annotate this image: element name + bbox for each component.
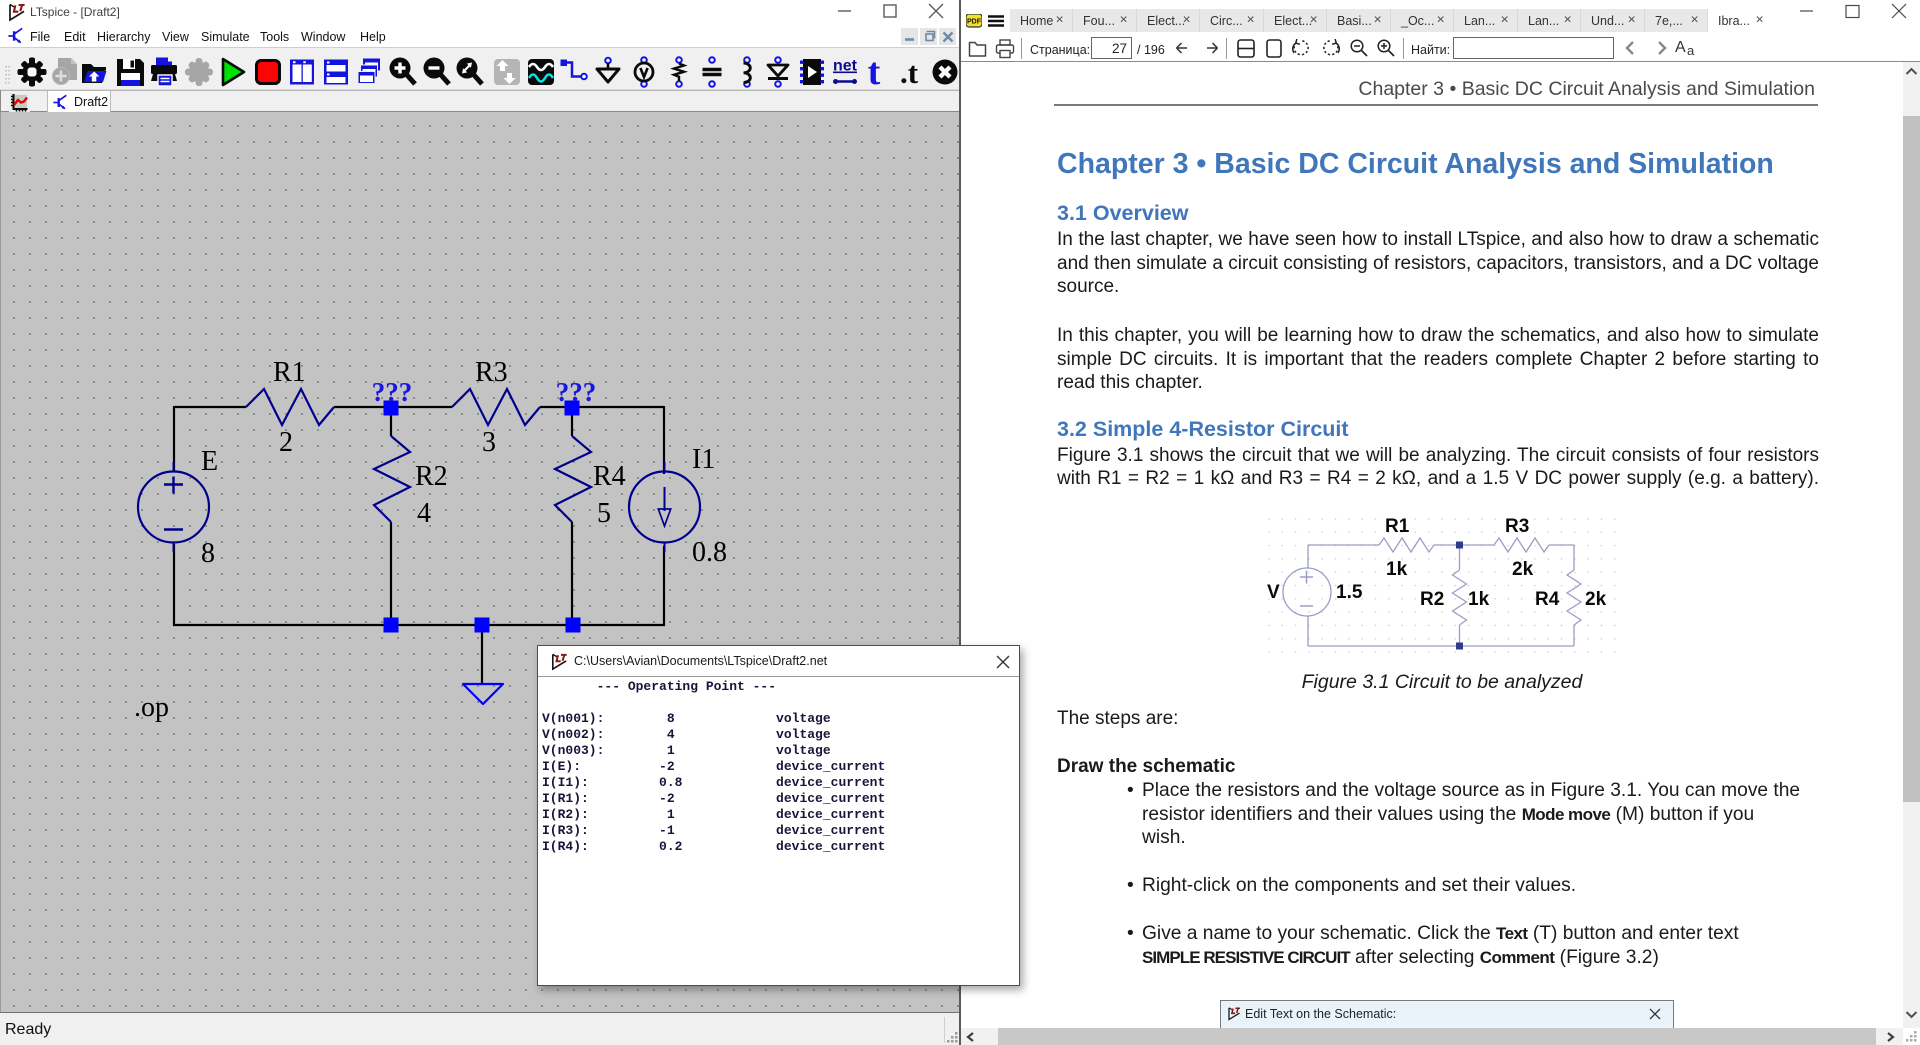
svg-text:???: ??? (556, 377, 597, 407)
svg-text:2k: 2k (1512, 559, 1534, 580)
svg-text:R3: R3 (1505, 517, 1529, 537)
svg-text:PDF: PDF (967, 19, 982, 26)
svg-text:R1: R1 (273, 357, 306, 388)
svg-text:R4: R4 (1535, 589, 1560, 610)
svg-text:.t: .t (900, 56, 919, 88)
svg-text:1.5: 1.5 (1336, 582, 1363, 603)
svg-text:2: 2 (279, 427, 293, 458)
svg-text:R2: R2 (415, 461, 448, 492)
svg-text:I1: I1 (692, 444, 715, 475)
svg-text:3: 3 (482, 427, 496, 458)
svg-text:.op: .op (134, 692, 169, 723)
svg-text:R3: R3 (475, 357, 508, 388)
svg-text:R1: R1 (1385, 517, 1410, 537)
svg-text:5: 5 (597, 498, 611, 529)
svg-text:2k: 2k (1585, 589, 1607, 610)
svg-text:???: ??? (372, 377, 413, 407)
svg-text:net: net (833, 58, 858, 75)
svg-text:4: 4 (417, 498, 431, 529)
svg-text:E: E (201, 446, 218, 477)
svg-text:R2: R2 (1420, 589, 1444, 610)
svg-text:V: V (1267, 582, 1280, 603)
svg-text:1k: 1k (1468, 589, 1490, 610)
svg-text:8: 8 (201, 538, 215, 569)
svg-text:0.8: 0.8 (692, 537, 727, 568)
svg-text:1k: 1k (1386, 559, 1408, 580)
svg-text:t: t (868, 56, 881, 88)
svg-text:R4: R4 (593, 461, 626, 492)
